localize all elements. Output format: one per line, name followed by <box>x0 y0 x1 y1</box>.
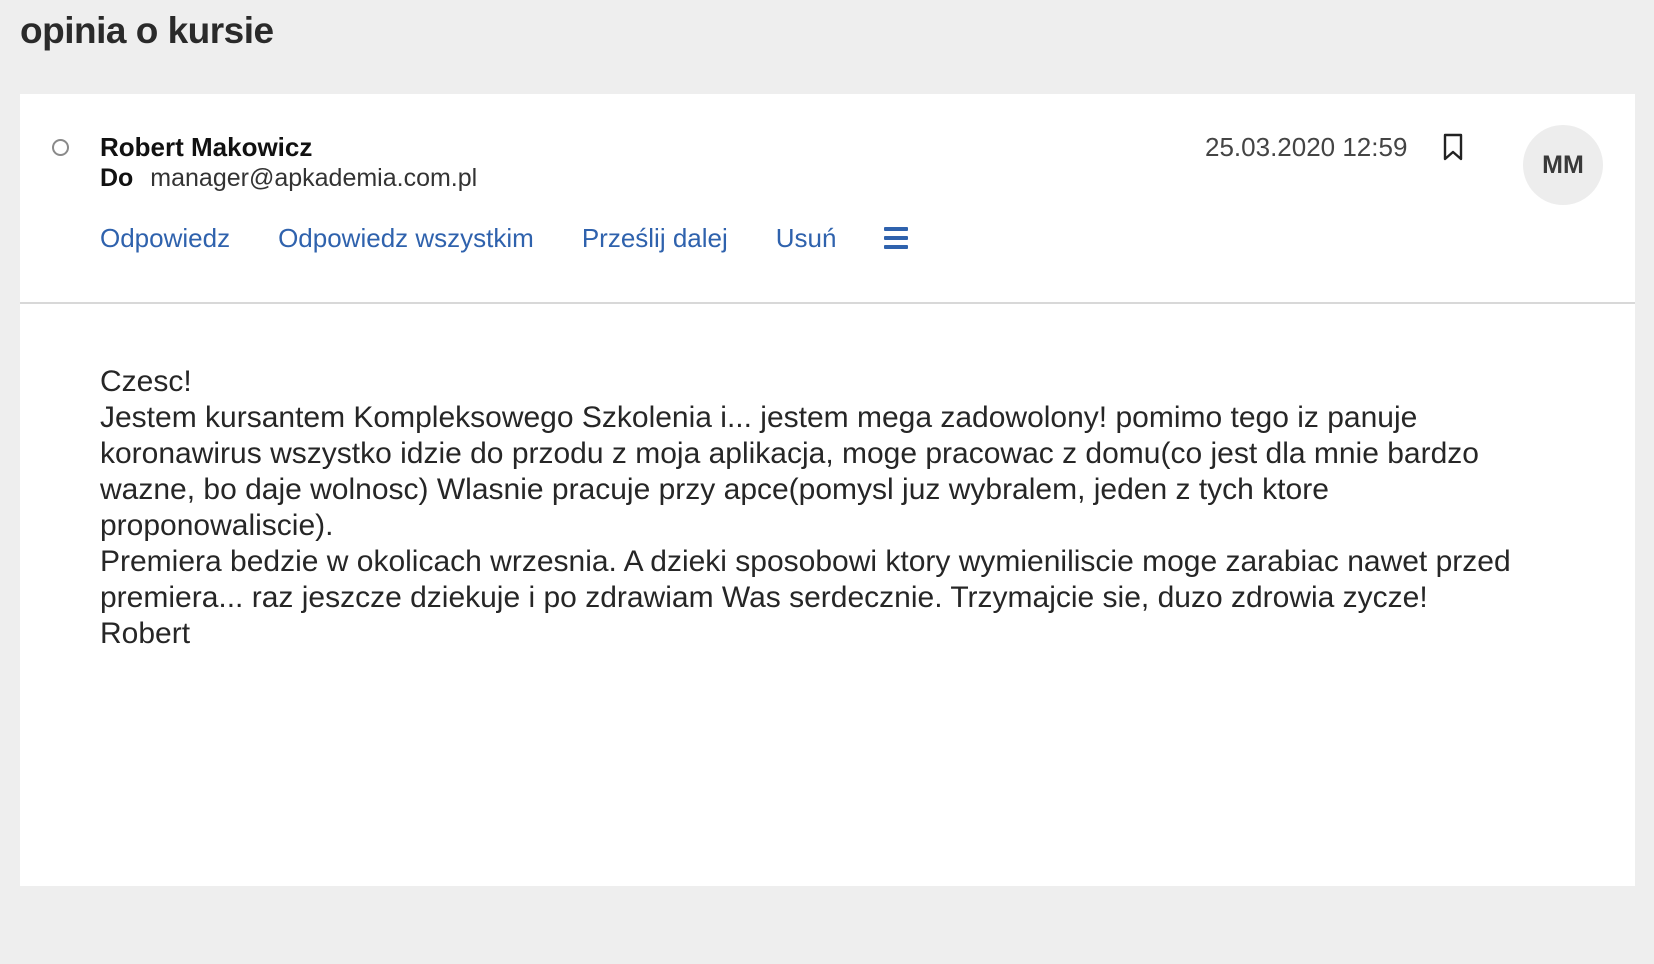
mail-header: Robert Makowicz Do manager@apkademia.com… <box>20 94 1635 304</box>
more-actions-menu-button[interactable] <box>884 227 909 249</box>
message-action-bar: Odpowiedz Odpowiedz wszystkim Prześlij d… <box>100 220 909 256</box>
page-title: opinia o kursie <box>20 10 274 51</box>
message-paragraph: Premiera bedzie w okolicach wrzesnia. A … <box>100 545 1511 614</box>
delete-link[interactable]: Usuń <box>776 223 837 254</box>
recipient-label: Do <box>100 164 134 192</box>
recipient-row: Do manager@apkademia.com.pl <box>100 164 477 193</box>
bookmark-icon <box>1443 133 1463 161</box>
message-greeting: Czesc! <box>100 365 192 398</box>
mail-card: Robert Makowicz Do manager@apkademia.com… <box>20 94 1635 886</box>
message-paragraph: Jestem kursantem Kompleksowego Szkolenia… <box>100 401 1479 542</box>
avatar: MM <box>1523 125 1603 205</box>
bookmark-button[interactable] <box>1440 132 1466 162</box>
message-body: Czesc! Jestem kursantem Kompleksowego Sz… <box>100 364 1520 652</box>
recipient-address: manager@apkademia.com.pl <box>150 164 478 192</box>
message-signature: Robert <box>100 617 191 650</box>
sender-name: Robert Makowicz <box>100 132 313 162</box>
read-status-toggle[interactable] <box>52 139 69 156</box>
hamburger-menu-icon <box>884 227 909 231</box>
reply-link[interactable]: Odpowiedz <box>100 223 230 254</box>
hamburger-menu-icon-line <box>884 236 909 240</box>
hamburger-menu-icon-line <box>884 245 909 249</box>
reply-all-link[interactable]: Odpowiedz wszystkim <box>278 223 534 254</box>
forward-link[interactable]: Prześlij dalej <box>582 223 728 254</box>
message-date: 25.03.2020 12:59 <box>1205 132 1408 162</box>
